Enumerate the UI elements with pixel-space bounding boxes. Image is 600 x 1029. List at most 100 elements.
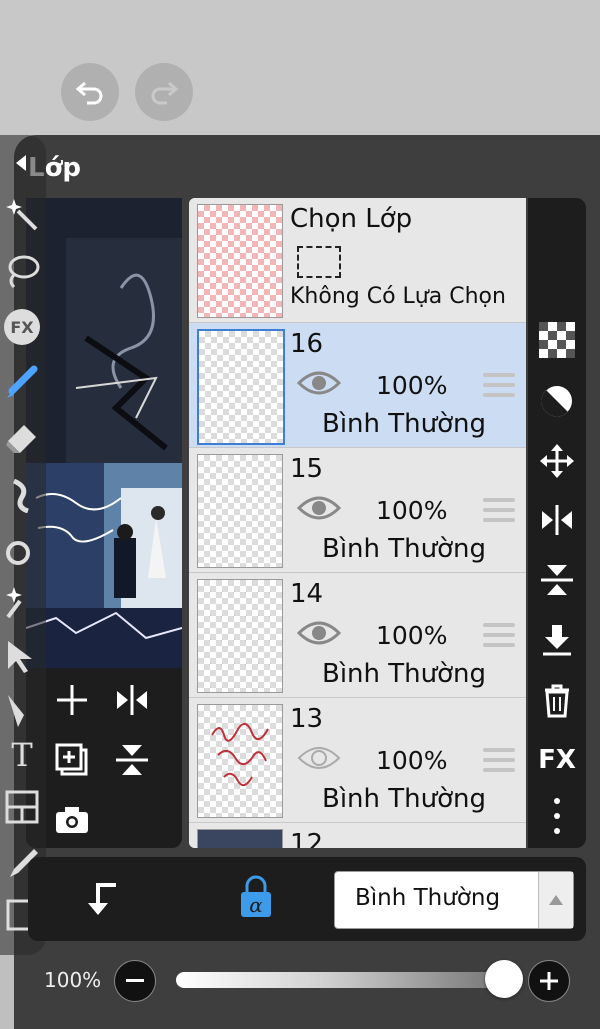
layer-row[interactable]: 14 100% Bình Thường [189,573,526,698]
pointer-icon [8,641,32,673]
trash-icon [545,684,569,718]
eraser-tool[interactable] [2,421,42,457]
flip-vertical-icon [116,745,148,775]
layer-row[interactable]: 12 [189,823,526,848]
back-arrow-button[interactable] [2,145,42,181]
alpha-lock-icon: α [241,875,271,917]
redo-icon [151,81,179,105]
layer-opacity: 100% [376,746,448,775]
layer-opacity: 100% [376,496,448,525]
visibility-eye-icon[interactable] [297,493,341,523]
drag-handle-icon[interactable] [483,373,515,399]
visibility-eye-icon[interactable] [297,743,341,773]
layer-opacity: 100% [376,371,448,400]
layer-name: 15 [290,454,324,484]
more-vertical-icon [554,798,560,834]
select-pointer-tool[interactable] [2,639,42,675]
frame-divider-icon [5,790,39,824]
opacity-slider-row: 100% [14,950,600,1010]
layer-opacity: 100% [376,621,448,650]
move-button[interactable] [537,441,577,481]
checkerboard-icon [539,322,575,358]
plus-icon [57,685,87,715]
blur-tool[interactable] [2,533,42,569]
lasso-tool[interactable] [2,253,42,289]
sparkle-icon [6,587,22,619]
blur-icon [6,541,30,565]
layer-blend-mode: Bình Thường [322,659,487,689]
duplicate-layer-button[interactable] [52,740,92,780]
camera-icon [56,807,88,833]
transparency-button[interactable] [537,320,577,360]
text-tool-icon: T [11,736,33,774]
frame-divider-tool[interactable] [2,789,42,825]
layer-blend-mode: Bình Thường [322,409,487,439]
pen-icon [8,695,24,727]
layer-name: 12 [290,829,324,848]
camera-button[interactable] [52,800,92,840]
merge-down-button[interactable] [537,620,577,660]
merge-down-icon [543,625,571,656]
redo-button[interactable] [135,63,193,121]
layer-actions-panel [26,668,182,848]
alpha-lock-button[interactable]: α [238,875,274,923]
visibility-eye-icon[interactable] [297,618,341,648]
canvas-preview[interactable] [26,198,182,668]
drag-handle-icon[interactable] [483,498,515,524]
selection-thumbnail [197,204,283,318]
invert-button[interactable] [537,381,577,421]
layer-thumbnail [197,829,283,848]
magic-wand-tool[interactable] [2,197,42,233]
layer-thumbnail [197,704,283,818]
magic-wand-icon [6,199,38,231]
blend-mode-dropdown[interactable]: Bình Thường [334,871,574,929]
layer-list[interactable]: Chọn Lớp Không Có Lựa Chọn 16 100% Bình … [189,198,526,848]
flip-horizontal-tool[interactable] [537,500,577,540]
opacity-decrease-button[interactable] [114,960,156,1002]
layer-name: 16 [290,329,324,359]
opacity-slider-thumb[interactable] [485,960,523,998]
clipping-button[interactable] [84,879,120,923]
text-tool[interactable]: T [2,736,42,774]
flip-horizontal-icon [117,685,147,715]
drag-handle-icon[interactable] [483,623,515,649]
left-toolbar: FX T [0,135,46,955]
calligraphy-thumbnail-art [211,722,269,787]
sparkle-brush-tool[interactable] [2,585,42,621]
layer-row[interactable]: 16 100% Bình Thường [189,323,526,448]
opacity-slider-track[interactable] [176,972,516,988]
half-circle-icon [541,386,572,417]
duplicate-icon [55,743,88,776]
smudge-tool[interactable] [2,477,42,513]
visibility-eye-icon[interactable] [297,368,341,398]
layer-row[interactable]: 13 100% Bình Thường [189,698,526,823]
flip-horizontal-button[interactable] [112,680,152,720]
layer-blend-mode: Bình Thường [322,534,487,564]
select-layer-row[interactable]: Chọn Lớp Không Có Lựa Chọn [189,198,526,323]
layer-blend-mode: Bình Thường [322,784,487,814]
add-layer-button[interactable] [52,680,92,720]
flip-vertical-button[interactable] [112,740,152,780]
fx-button[interactable]: FX [537,740,577,780]
move-arrows-icon [540,444,574,478]
undo-button[interactable] [61,63,119,121]
layer-name: 14 [290,579,324,609]
drag-handle-icon[interactable] [483,748,515,774]
pen-tool[interactable] [2,693,42,729]
opacity-increase-button[interactable] [528,960,570,1002]
brush-icon [7,365,38,398]
more-options-button[interactable] [537,796,577,836]
flip-vertical-icon [541,565,573,595]
flip-vertical-tool[interactable] [537,560,577,600]
layer-thumbnail [197,454,283,568]
layer-name: 13 [290,704,324,734]
smudge-icon [12,478,29,513]
clipping-arrow-icon [88,883,116,915]
back-arrow-icon [16,155,26,171]
lasso-icon [8,255,40,289]
brush-tool[interactable] [2,365,42,401]
fx-tool[interactable]: FX [2,309,42,345]
layer-row[interactable]: 15 100% Bình Thường [189,448,526,573]
undo-icon [75,81,103,105]
delete-layer-button[interactable] [537,680,577,720]
